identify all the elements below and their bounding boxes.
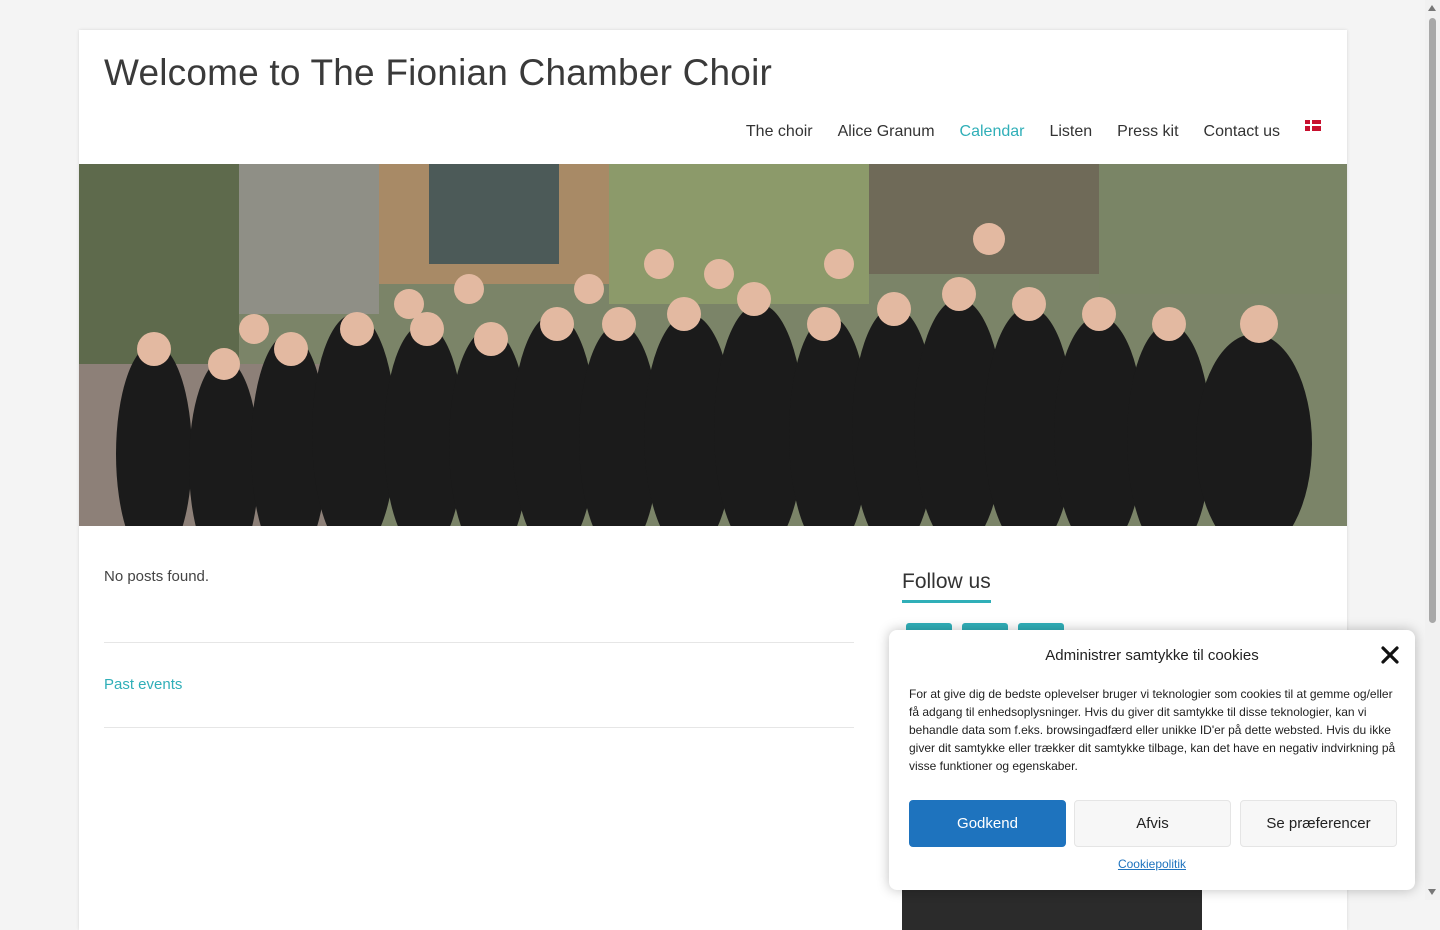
accept-cookies-button[interactable]: Godkend xyxy=(909,800,1066,847)
site-title[interactable]: Welcome to The Fionian Chamber Choir xyxy=(104,52,772,94)
deny-cookies-button[interactable]: Afvis xyxy=(1074,800,1231,847)
scroll-up-arrow-icon[interactable] xyxy=(1428,5,1436,11)
nav-item-alice-granum[interactable]: Alice Granum xyxy=(838,123,935,141)
follow-us-heading: Follow us xyxy=(902,570,991,603)
page-scrollbar[interactable] xyxy=(1425,0,1440,900)
scroll-down-arrow-icon[interactable] xyxy=(1428,889,1436,895)
nav-item-contact-us[interactable]: Contact us xyxy=(1204,123,1280,141)
nav-item-calendar[interactable]: Calendar xyxy=(960,123,1025,141)
main-nav: The choir Alice Granum Calendar Listen P… xyxy=(721,119,1321,141)
divider xyxy=(104,727,854,728)
nav-item-press-kit[interactable]: Press kit xyxy=(1117,123,1178,141)
choir-photo-illustration xyxy=(79,164,1347,526)
divider xyxy=(104,642,854,643)
cookie-description: For at give dig de bedste oplevelser bru… xyxy=(909,687,1396,773)
past-events-link[interactable]: Past events xyxy=(104,676,182,693)
cookie-dialog-title: Administrer samtykke til cookies xyxy=(1045,647,1259,664)
nav-item-the-choir[interactable]: The choir xyxy=(746,123,813,141)
danish-flag-icon[interactable] xyxy=(1305,119,1321,131)
cookie-consent-dialog: Administrer samtykke til cookies For at … xyxy=(889,630,1415,890)
scroll-thumb[interactable] xyxy=(1429,18,1436,623)
no-posts-message: No posts found. xyxy=(104,568,210,585)
close-icon[interactable] xyxy=(1379,644,1401,666)
cookie-policy-link[interactable]: Cookiepolitik xyxy=(889,857,1415,871)
hero-choir-photo xyxy=(79,164,1347,526)
cookie-preferences-button[interactable]: Se præferencer xyxy=(1240,800,1397,847)
nav-item-listen[interactable]: Listen xyxy=(1049,123,1092,141)
